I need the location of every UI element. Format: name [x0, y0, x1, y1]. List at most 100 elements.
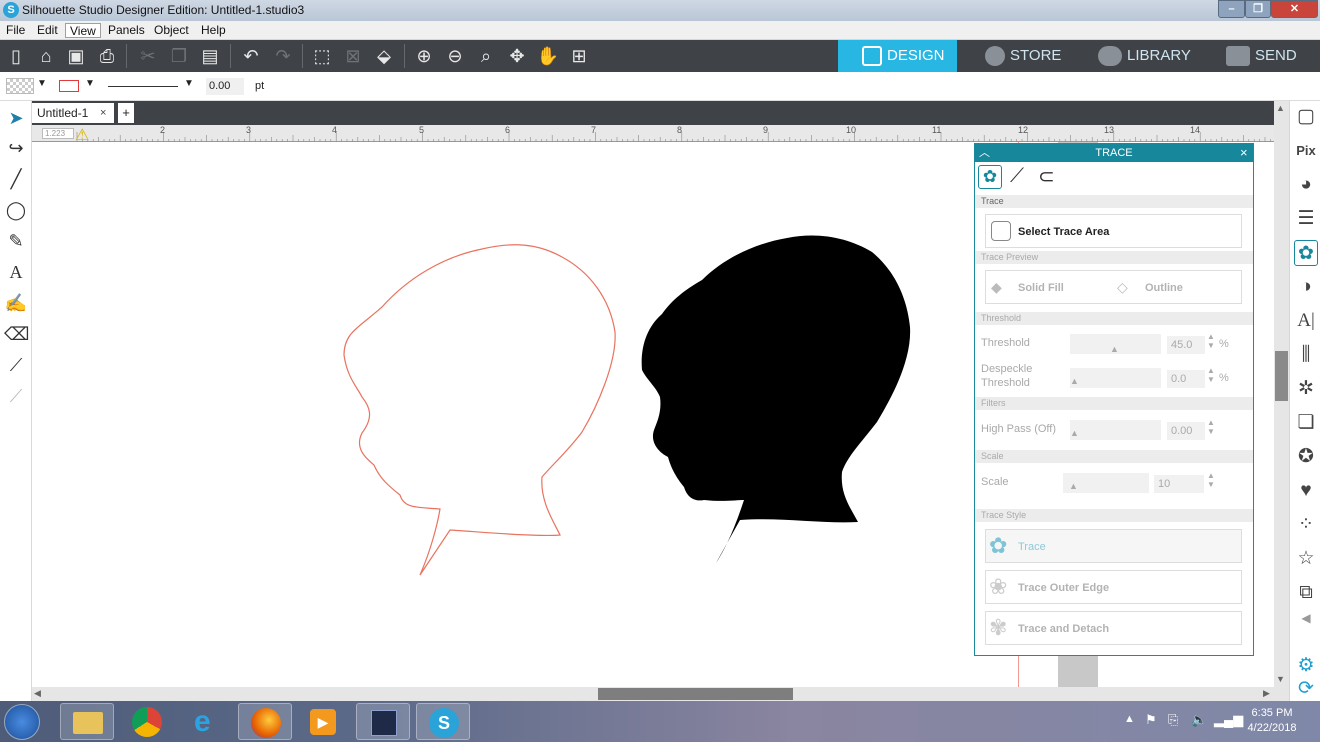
offset-contrast-icon[interactable]: ◑: [1294, 274, 1318, 300]
horizontal-scrollbar[interactable]: ◀ ▶: [32, 687, 1289, 701]
trace-mode-icon[interactable]: ✿: [978, 165, 1002, 189]
fill-pattern-swatch[interactable]: [6, 78, 34, 94]
scroll-right-icon[interactable]: ▶: [1263, 688, 1270, 699]
fill-palette-icon[interactable]: ◕: [1294, 172, 1318, 198]
copy-icon[interactable]: ❐: [166, 44, 192, 68]
tab-design[interactable]: DESIGN: [838, 40, 957, 72]
replicate-icon[interactable]: ❏: [1294, 410, 1318, 436]
tray-flag-icon[interactable]: ⚑: [1145, 712, 1157, 728]
despeckle-value[interactable]: 0.0: [1167, 370, 1205, 388]
tab-library[interactable]: LIBRARY: [1098, 40, 1191, 72]
new-document-icon[interactable]: ▯: [3, 44, 29, 68]
library-heart-icon[interactable]: ♥: [1294, 478, 1318, 504]
vertical-scrollbar[interactable]: ▲ ▼: [1274, 101, 1289, 687]
fit-to-page-icon[interactable]: ⊞: [566, 44, 592, 68]
eyedropper-icon[interactable]: ⟋: [1010, 165, 1024, 188]
taskbar-internet-explorer[interactable]: e: [180, 703, 234, 740]
collapse-chevron-icon[interactable]: ︿: [979, 144, 990, 162]
menu-object[interactable]: Object: [150, 23, 193, 38]
pixscan-icon[interactable]: Pix: [1294, 138, 1318, 164]
solid-fill-option[interactable]: Solid Fill: [1018, 282, 1064, 294]
magnet-icon[interactable]: ⊂: [1038, 164, 1055, 189]
drag-zoom-icon[interactable]: ✥: [504, 44, 530, 68]
sync-icon[interactable]: ⟳: [1294, 676, 1318, 702]
select-all-icon[interactable]: ⬚: [309, 44, 335, 68]
trace-outer-edge-button[interactable]: ❀ Trace Outer Edge: [985, 570, 1242, 604]
menu-panels[interactable]: Panels: [104, 23, 149, 38]
outline-option[interactable]: Outline: [1145, 282, 1183, 294]
tray-volume-icon[interactable]: 🔈: [1191, 712, 1207, 728]
edit-points-icon[interactable]: ↪: [4, 136, 28, 160]
scale-slider[interactable]: ▲: [1063, 473, 1149, 493]
select-arrow-icon[interactable]: ➤: [4, 106, 28, 130]
tray-network-icon[interactable]: ▂▄▆: [1214, 712, 1243, 728]
line-style-preview[interactable]: [108, 86, 178, 87]
ellipse-tool-icon[interactable]: ◯: [4, 198, 28, 222]
fill-dropdown-icon[interactable]: ▼: [37, 78, 47, 89]
minimize-button[interactable]: –: [1218, 0, 1245, 18]
zoom-in-icon[interactable]: ⊕: [411, 44, 437, 68]
threshold-slider-handle[interactable]: ▲: [1110, 344, 1119, 354]
pencil-tool-icon[interactable]: ✎: [4, 229, 28, 253]
threshold-value[interactable]: 45.0: [1167, 336, 1205, 354]
horizontal-scroll-thumb[interactable]: [598, 688, 793, 700]
despeckle-stepper[interactable]: ▲ ▼: [1207, 366, 1215, 384]
undo-icon[interactable]: ↶: [238, 44, 264, 68]
rhinestone-icon[interactable]: ⁘: [1294, 512, 1318, 538]
save-icon[interactable]: ▣: [63, 44, 89, 68]
despeckle-slider[interactable]: ▲: [1070, 368, 1161, 388]
line-style-dropdown-icon[interactable]: ▼: [184, 78, 194, 89]
tab-send[interactable]: SEND: [1226, 40, 1297, 72]
high-pass-slider-handle[interactable]: ▲: [1070, 428, 1079, 438]
trace-panel-close[interactable]: ×: [1240, 144, 1248, 162]
line-style-icon[interactable]: ☰: [1294, 206, 1318, 232]
scroll-down-icon[interactable]: ▼: [1276, 674, 1285, 684]
star-outline-icon[interactable]: ☆: [1294, 546, 1318, 572]
cut-icon[interactable]: ✂: [135, 44, 161, 68]
star-badge-icon[interactable]: ✪: [1294, 444, 1318, 470]
page-setup-icon[interactable]: ▢: [1294, 104, 1318, 130]
high-pass-slider[interactable]: ▲: [1070, 420, 1161, 440]
line-tool-icon[interactable]: ╱: [4, 167, 28, 191]
select-trace-area-button[interactable]: Select Trace Area: [985, 214, 1242, 248]
eyedropper-tool-icon[interactable]: ⟋: [4, 384, 28, 408]
select-by-color-icon[interactable]: ⬙: [371, 44, 397, 68]
menu-view[interactable]: View: [65, 23, 101, 38]
line-color-dropdown-icon[interactable]: ▼: [85, 78, 95, 89]
start-button[interactable]: [4, 704, 40, 740]
sketch-tool-icon[interactable]: ✍: [4, 291, 28, 315]
scale-value[interactable]: 10: [1154, 475, 1204, 493]
trace-button[interactable]: ✿ Trace: [985, 529, 1242, 563]
high-pass-stepper[interactable]: ▲ ▼: [1207, 418, 1215, 436]
taskbar-premiere[interactable]: [356, 703, 410, 740]
taskbar-firefox[interactable]: [238, 703, 292, 740]
knife-tool-icon[interactable]: ⟋: [4, 353, 28, 377]
line-color-swatch[interactable]: [59, 80, 79, 92]
document-tab-close[interactable]: ×: [100, 103, 106, 123]
trace-panel-icon[interactable]: ✿: [1294, 240, 1318, 266]
scale-slider-handle[interactable]: ▲: [1069, 481, 1078, 491]
text-style-icon[interactable]: A|: [1294, 308, 1318, 334]
scale-stepper[interactable]: ▲ ▼: [1207, 471, 1215, 489]
tab-store[interactable]: STORE: [985, 40, 1061, 72]
document-tab[interactable]: Untitled-1 ×: [32, 103, 114, 123]
maximize-button[interactable]: ❐: [1245, 0, 1271, 18]
taskbar-media-player[interactable]: ▶: [296, 703, 350, 740]
tray-device-icon[interactable]: ⎘: [1168, 712, 1178, 728]
tray-chevron-icon[interactable]: ▲: [1124, 713, 1135, 725]
menu-edit[interactable]: Edit: [33, 23, 62, 38]
scroll-up-icon[interactable]: ▲: [1276, 103, 1285, 113]
solid-silhouette[interactable]: [632, 232, 922, 577]
taskbar-silhouette-studio[interactable]: S: [416, 703, 470, 740]
transform-icon[interactable]: ✲: [1294, 376, 1318, 402]
line-width-input[interactable]: 0.00: [206, 78, 244, 95]
menu-help[interactable]: Help: [197, 23, 230, 38]
high-pass-value[interactable]: 0.00: [1167, 422, 1205, 440]
deselect-icon[interactable]: ⊠: [340, 44, 366, 68]
traced-outline-silhouette[interactable]: [332, 237, 622, 582]
taskbar-file-explorer[interactable]: [60, 703, 114, 740]
open-folder-icon[interactable]: ⌂: [33, 44, 59, 68]
align-icon[interactable]: ⫼: [1294, 342, 1318, 368]
despeckle-slider-handle[interactable]: ▲: [1070, 376, 1079, 386]
eraser-tool-icon[interactable]: ⌫: [4, 322, 29, 346]
